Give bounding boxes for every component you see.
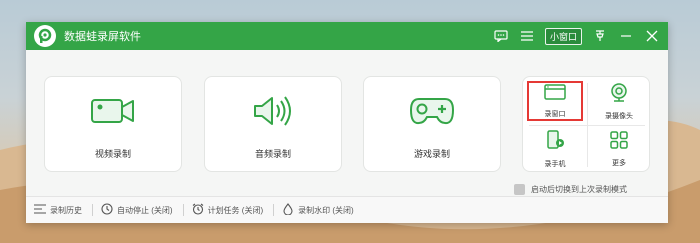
webcam-record-option[interactable]: 录摄像头 [587,77,651,125]
mini-window-button[interactable]: 小窗口 [544,27,582,45]
watermark-button[interactable]: 录制水印 (关闭) [282,203,354,217]
status-footer: 录制历史 自动停止 (关闭) 计划任务 (关闭) 录制水印 (关闭) [26,196,668,223]
divider [92,204,93,216]
window-record-label: 录窗口 [544,110,566,118]
watermark-label: 录制水印 (关闭) [298,205,354,215]
scheduled-task-label: 计划任务 (关闭) [207,205,264,215]
game-record-card[interactable]: 游戏录制 [363,76,501,172]
record-history-label: 录制历史 [50,205,82,215]
clock-icon [101,203,113,217]
alarm-icon [192,203,204,217]
app-window: 数据蛙录屏软件 小窗口 视频录制 音频录制 游戏录制 录窗口 录摄像头 录手机 … [26,22,668,223]
webcam-record-label: 录摄像头 [605,112,633,120]
more-modes-panel: 录窗口 录摄像头 录手机 更多 [522,76,650,172]
game-record-label: 游戏录制 [413,149,450,159]
app-title: 数据蛙录屏软件 [64,31,141,43]
audio-record-card[interactable]: 音频录制 [204,76,342,172]
gamepad-icon [409,95,455,127]
video-record-card[interactable]: 视频录制 [44,76,182,172]
window-icon [544,83,566,105]
auto-stop-button[interactable]: 自动停止 (关闭) [101,203,173,217]
startup-mode-label: 启动后切换到上次录制模式 [531,185,627,194]
feedback-icon[interactable] [493,28,509,44]
list-icon [34,204,46,216]
video-camera-icon [90,95,136,127]
audio-record-label: 音频录制 [254,149,291,159]
startup-mode-checkbox[interactable] [514,184,525,195]
close-icon[interactable] [644,28,660,44]
minimize-icon[interactable] [618,28,634,44]
startup-mode-option: 启动后切换到上次录制模式 [514,184,627,195]
auto-stop-label: 自动停止 (关闭) [117,205,173,215]
phone-icon [545,129,565,155]
phone-record-label: 录手机 [544,160,566,168]
speaker-icon [251,95,295,127]
scheduled-task-button[interactable]: 计划任务 (关闭) [192,203,264,217]
record-history-button[interactable]: 录制历史 [34,204,82,216]
more-label: 更多 [612,159,626,167]
grid-icon [610,130,628,154]
webcam-icon [609,82,629,107]
watermark-icon [282,203,294,217]
divider [182,204,184,216]
app-logo-icon [34,25,56,47]
menu-icon[interactable] [519,28,535,44]
more-option[interactable]: 更多 [587,125,651,173]
phone-record-option[interactable]: 录手机 [523,125,587,173]
video-record-label: 视频录制 [94,149,131,159]
pin-icon[interactable] [592,28,608,44]
title-bar: 数据蛙录屏软件 小窗口 [26,22,668,50]
divider [273,204,275,216]
window-record-option[interactable]: 录窗口 [523,77,587,125]
